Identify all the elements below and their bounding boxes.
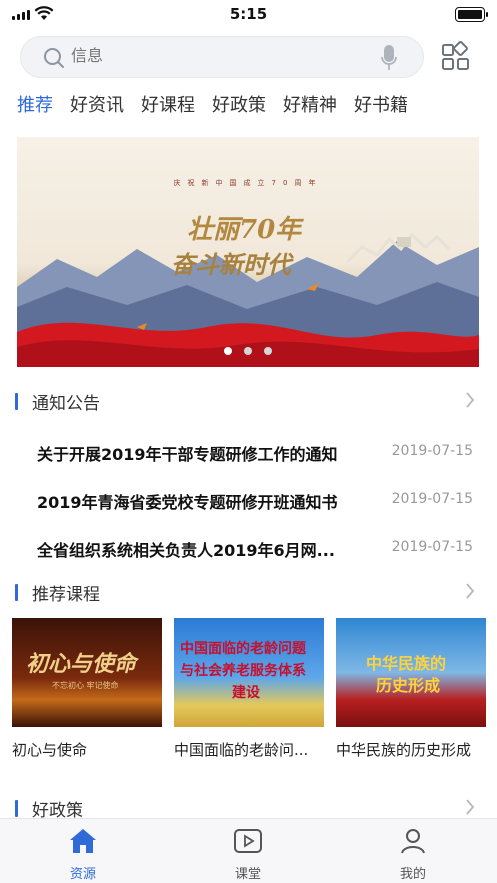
course-card[interactable]: 初心与使命 不忘初心 牢记使命 初心与使命 <box>12 618 162 760</box>
tab-recommend[interactable]: 推荐 <box>0 92 53 124</box>
chevron-right-icon[interactable] <box>465 391 475 409</box>
home-icon <box>70 829 96 853</box>
carousel-dot[interactable] <box>244 347 252 355</box>
thumbnail-subtitle: 不忘初心 牢记使命 <box>52 681 119 690</box>
status-bar: 5:15 <box>0 0 497 30</box>
course-title: 中华民族的历史形成 <box>336 741 472 759</box>
course-thumbnail: 中华民族的 历史形成 <box>336 618 486 727</box>
tab-policy[interactable]: 好政策 <box>195 92 266 124</box>
banner-caption: 庆祝新中国成立70周年 <box>173 179 323 187</box>
course-title: 中国面临的老龄问... <box>174 741 309 759</box>
section-title: 通知公告 <box>32 394 100 414</box>
search-input[interactable] <box>71 46 371 65</box>
banner-title-line2: 奋斗新时代 <box>171 250 291 279</box>
microphone-icon[interactable] <box>381 45 397 71</box>
notice-item[interactable]: 关于开展2019年干部专题研修工作的通知 2019-07-15 <box>0 437 497 467</box>
thumbnail-title-line2: 历史形成 <box>376 676 441 695</box>
courses-header[interactable]: 推荐课程 <box>0 579 497 605</box>
notice-title: 关于开展2019年干部专题研修工作的通知 <box>37 445 338 464</box>
section-title: 推荐课程 <box>32 585 100 605</box>
nav-resources[interactable]: 资源 <box>38 827 128 882</box>
thumbnail-title: 中华民族的 <box>366 654 447 673</box>
notices-header[interactable]: 通知公告 <box>0 388 497 414</box>
thumbnail-title: 中国面临的老龄问题 <box>180 641 306 657</box>
banner-title-line1: 壮丽70年 <box>187 215 302 245</box>
notice-item[interactable]: 2019年青海省委党校专题研修开班通知书 2019-07-15 <box>0 485 497 515</box>
section-accent-bar <box>15 393 18 410</box>
nav-label: 我的 <box>399 867 426 882</box>
course-thumbnail: 初心与使命 不忘初心 牢记使命 <box>12 618 162 727</box>
carousel-dot[interactable] <box>264 347 272 355</box>
profile-icon <box>401 829 425 854</box>
thumbnail-title-line2: 与社会养老服务体系 <box>180 663 306 679</box>
search-row <box>0 36 497 78</box>
battery-icon <box>455 7 488 22</box>
notice-date: 2019-07-15 <box>391 539 473 555</box>
thumbnail-title-line3: 建设 <box>232 685 260 701</box>
tab-spirit[interactable]: 好精神 <box>266 92 337 124</box>
play-icon <box>234 829 262 853</box>
notice-date: 2019-07-15 <box>391 443 473 459</box>
chevron-right-icon[interactable] <box>465 798 475 816</box>
course-card[interactable]: 中国面临的老龄问题 与社会养老服务体系 建设 中国面临的老龄问... <box>174 618 324 760</box>
nav-label: 资源 <box>69 867 96 882</box>
category-grid-icon[interactable] <box>441 41 471 73</box>
tab-books[interactable]: 好书籍 <box>337 92 408 124</box>
notice-title: 2019年青海省委党校专题研修开班通知书 <box>37 493 338 512</box>
thumbnail-title: 初心与使命 <box>26 651 137 677</box>
bottom-tab-bar: 资源 课堂 我的 <box>0 818 497 883</box>
course-title: 初心与使命 <box>12 741 88 759</box>
category-tabs: 推荐 好资讯 好课程 好政策 好精神 好书籍 <box>0 92 497 124</box>
notice-item[interactable]: 全省组织系统相关负责人2019年6月网... 2019-07-15 <box>0 533 497 563</box>
tab-courses[interactable]: 好课程 <box>124 92 195 124</box>
nav-profile[interactable]: 我的 <box>368 827 458 882</box>
notice-date: 2019-07-15 <box>391 491 473 507</box>
course-card[interactable]: 中华民族的 历史形成 中华民族的历史形成 <box>336 618 486 760</box>
carousel-dot[interactable] <box>224 347 232 355</box>
course-list: 初心与使命 不忘初心 牢记使命 初心与使命 中国面临的老龄问题 与社会养老服务体… <box>0 618 497 768</box>
section-accent-bar <box>15 800 18 817</box>
carousel-dots <box>17 347 479 355</box>
notice-title: 全省组织系统相关负责人2019年6月网... <box>37 541 335 560</box>
status-time: 5:15 <box>229 5 268 23</box>
course-thumbnail: 中国面临的老龄问题 与社会养老服务体系 建设 <box>174 618 324 727</box>
search-box[interactable] <box>20 36 424 78</box>
chevron-right-icon[interactable] <box>465 582 475 600</box>
nav-classroom[interactable]: 课堂 <box>203 827 293 882</box>
nav-label: 课堂 <box>234 867 261 882</box>
tab-news[interactable]: 好资讯 <box>53 92 124 124</box>
section-accent-bar <box>15 584 18 601</box>
banner-carousel[interactable]: 庆祝新中国成立70周年 壮丽70年 奋斗新时代 <box>17 137 479 367</box>
search-icon <box>44 48 64 68</box>
